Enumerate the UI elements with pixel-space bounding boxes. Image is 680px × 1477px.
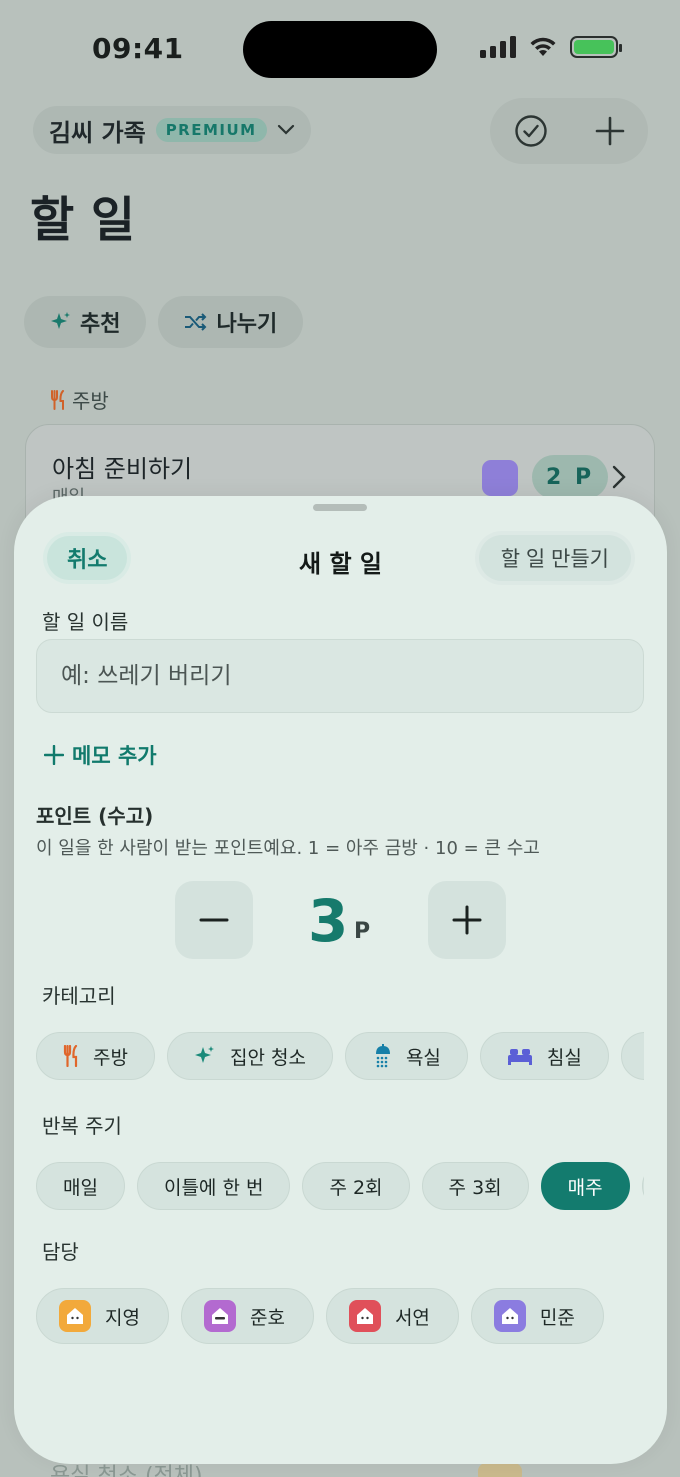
- avatar: [348, 1300, 381, 1332]
- house-face-icon: [501, 1308, 518, 1324]
- repeat-label: 반복 주기: [42, 1114, 122, 1138]
- points-unit: P: [354, 919, 371, 944]
- add-icon[interactable]: [595, 116, 625, 146]
- sheet-grabber[interactable]: [313, 504, 367, 511]
- assignee-name: 민준: [539, 1306, 575, 1329]
- assignee-name: 서연: [394, 1306, 430, 1329]
- bed-icon: [507, 1049, 532, 1065]
- section-label-kitchen: 주방: [50, 385, 109, 414]
- peek-task-badge: [478, 1463, 522, 1477]
- family-selector[interactable]: 김씨 가족 PREMIUM: [33, 106, 311, 154]
- recommend-label: 추천: [80, 312, 121, 337]
- avatar: [203, 1300, 236, 1332]
- checkmark-circle-icon[interactable]: [514, 114, 548, 148]
- fork-knife-icon: [63, 1045, 78, 1067]
- increment-button[interactable]: [428, 881, 506, 959]
- status-icons: [480, 36, 622, 58]
- assignee-name: 지영: [105, 1306, 140, 1329]
- assignee-chip-jiyoung[interactable]: 지영: [36, 1288, 169, 1344]
- category-chip-bedroom[interactable]: 침실: [479, 1032, 609, 1080]
- split-button[interactable]: 나누기: [158, 296, 304, 348]
- family-name: 김씨 가족: [49, 118, 146, 147]
- category-chip-cleaning[interactable]: 집안 청소: [166, 1032, 333, 1080]
- points-hint: 이 일을 한 사람이 받는 포인트예요. 1 = 아주 금방 · 10 = 큰 …: [36, 838, 540, 859]
- house-face-icon: [67, 1308, 83, 1324]
- assignee-chip-seoyeon[interactable]: 서연: [325, 1288, 459, 1344]
- repeat-option-three-times-weekly[interactable]: 주 3회: [421, 1162, 529, 1210]
- fork-knife-icon: [51, 389, 64, 410]
- house-face-icon: [211, 1308, 228, 1324]
- category-chip-bathroom[interactable]: 욕실: [344, 1032, 468, 1080]
- cellular-signal-icon: [480, 36, 516, 58]
- task-name-input[interactable]: [36, 639, 644, 713]
- shower-icon: [375, 1044, 390, 1068]
- wifi-icon: [530, 37, 556, 56]
- chevron-right-icon: [612, 465, 626, 489]
- points-label: 포인트 (수고): [36, 804, 154, 828]
- page-title: 할 일: [30, 192, 136, 248]
- assignee-chip-junho[interactable]: 준호: [180, 1288, 314, 1344]
- recommend-button[interactable]: 추천: [24, 296, 147, 348]
- category-chip-kitchen[interactable]: 주방: [36, 1032, 155, 1080]
- category-chip-laundry[interactable]: [620, 1032, 644, 1080]
- add-memo-label: 메모 추가: [72, 744, 157, 768]
- task-title: 아침 준비하기: [52, 455, 193, 483]
- house-face-icon: [356, 1308, 373, 1324]
- category-chip-label: 주방: [93, 1046, 128, 1069]
- task-points-badge: 2 P: [532, 455, 609, 499]
- assignee-label: 담당: [42, 1240, 79, 1264]
- chevron-down-icon: [277, 124, 294, 135]
- add-memo-button[interactable]: 메모 추가: [44, 740, 157, 770]
- create-task-button[interactable]: 할 일 만들기: [478, 535, 631, 581]
- premium-badge: PREMIUM: [155, 118, 267, 142]
- points-value: 3: [308, 887, 349, 955]
- category-chip-label: 욕실: [405, 1046, 441, 1069]
- shuffle-icon: [185, 313, 207, 331]
- quick-actions: 추천 나누기: [24, 296, 304, 348]
- repeat-option-weekly[interactable]: 매주: [540, 1162, 630, 1210]
- repeat-chips: 매일 이틀에 한 번 주 2회 주 3회 매주 매: [36, 1162, 644, 1210]
- category-chips: 주방 집안 청소 욕실 침실: [36, 1032, 644, 1080]
- category-label: 카테고리: [42, 984, 116, 1008]
- assignee-chips: 지영 준호 서연 민준: [36, 1288, 644, 1344]
- sparkle-icon: [51, 312, 70, 329]
- repeat-option-monthly[interactable]: 매: [641, 1162, 644, 1210]
- repeat-option-every-other-day[interactable]: 이틀에 한 번: [136, 1162, 291, 1210]
- top-actions: [490, 98, 648, 164]
- status-bar: 09:41: [0, 0, 680, 100]
- new-task-sheet: 취소 새 할 일 할 일 만들기 할 일 이름 메모 추가 포인트 (수고) 이…: [14, 496, 667, 1464]
- decrement-button[interactable]: [175, 881, 253, 959]
- section-label-text: 주방: [72, 389, 109, 413]
- sparkle-icon: [194, 1046, 214, 1063]
- status-time: 09:41: [92, 32, 184, 65]
- dynamic-island: [243, 21, 437, 78]
- repeat-option-daily[interactable]: 매일: [36, 1162, 125, 1210]
- sheet-header: 취소 새 할 일 할 일 만들기: [14, 526, 667, 586]
- battery-icon: [570, 36, 622, 58]
- assignee-chip-minjun[interactable]: 민준: [470, 1288, 604, 1344]
- plus-icon: [452, 905, 482, 935]
- task-name-label: 할 일 이름: [42, 610, 129, 634]
- avatar: [493, 1300, 526, 1332]
- points-stepper: 3 P: [174, 881, 506, 961]
- category-chip-label: 침실: [546, 1046, 582, 1069]
- split-label: 나누기: [216, 312, 278, 337]
- category-chip-label: 집안 청소: [229, 1046, 306, 1069]
- repeat-option-twice-weekly[interactable]: 주 2회: [302, 1162, 410, 1210]
- assignee-name: 준호: [249, 1306, 285, 1329]
- minus-icon: [199, 918, 229, 922]
- avatar: [482, 460, 518, 496]
- plus-icon: [44, 745, 64, 765]
- avatar: [59, 1300, 91, 1332]
